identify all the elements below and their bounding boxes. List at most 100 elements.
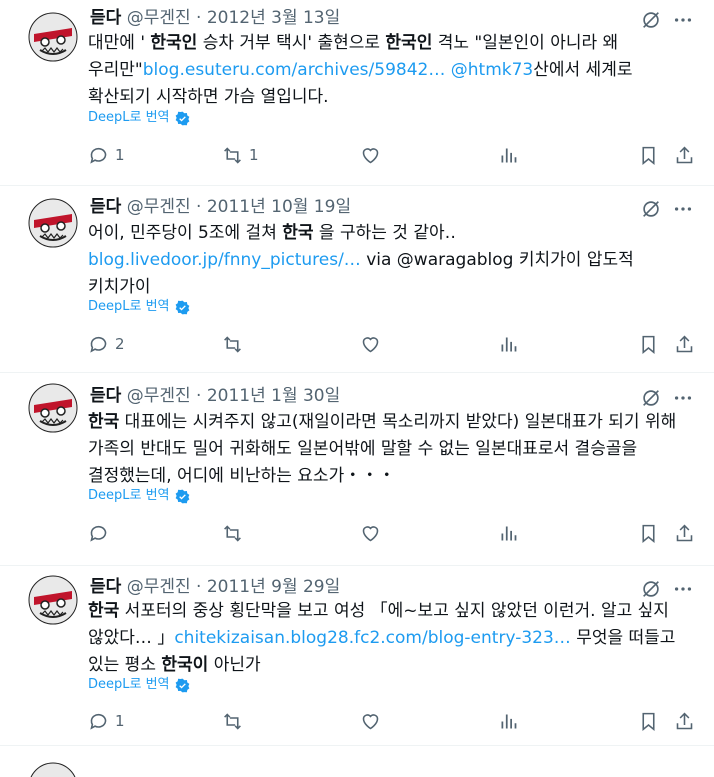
more-dots-icon[interactable] — [672, 387, 694, 409]
bookmark-button[interactable] — [638, 143, 659, 167]
share-button[interactable] — [674, 332, 695, 356]
retweet-count: 1 — [249, 146, 259, 164]
tweet-link[interactable]: blog.livedoor.jp/fnny_pictures/… — [88, 250, 361, 270]
display-name[interactable]: 듣다 — [90, 8, 121, 28]
share-icon — [676, 524, 693, 541]
tweet[interactable]: 듣다 @무겐진 · 2011년 10월 19일 어이, 민주당이 5조에 걸쳐 … — [0, 186, 714, 373]
avatar[interactable] — [28, 12, 78, 62]
tweet[interactable]: 듣다 @무겐진 · 2011년 1월 30일 한국 대표에는 시켜주지 않고(재… — [0, 373, 714, 566]
like-button[interactable] — [360, 521, 381, 545]
views-button[interactable] — [498, 709, 519, 733]
grok-icon[interactable] — [640, 387, 662, 409]
translate-label[interactable]: DeepL로 번역 — [88, 675, 170, 695]
tweet-partial[interactable] — [0, 746, 714, 777]
tweet-header: 듣다 @무겐진 · 2011년 9월 29일 — [90, 575, 714, 599]
verified-badge-icon — [175, 489, 190, 504]
tweet[interactable]: 듣다 @무겐진 · 2011년 9월 29일 한국 서포터의 중상 횡단막을 보… — [0, 566, 714, 746]
translate-label[interactable]: DeepL로 번역 — [88, 486, 170, 506]
separator-dot: · — [196, 197, 202, 217]
bar-chart-icon — [501, 714, 517, 728]
tweet-header: 듣다 @무겐진 · 2012년 3월 13일 — [90, 6, 714, 30]
bookmark-icon — [642, 712, 655, 731]
translate-link[interactable]: DeepL로 번역 — [88, 297, 190, 317]
reply-count: 2 — [115, 335, 125, 353]
translate-link[interactable]: DeepL로 번역 — [88, 675, 190, 695]
like-button[interactable] — [360, 332, 381, 356]
grok-icon[interactable] — [640, 198, 662, 220]
highlighted-keyword: 한국 — [88, 601, 120, 621]
reply-button[interactable]: 1 — [88, 143, 125, 167]
reply-button[interactable]: 1 — [88, 709, 125, 733]
verified-badge-icon — [175, 678, 190, 693]
retweet-icon — [224, 712, 241, 730]
share-button[interactable] — [674, 143, 695, 167]
tweet-date[interactable]: 2011년 9월 29일 — [207, 577, 340, 597]
retweet-icon — [224, 146, 241, 164]
tweet-date[interactable]: 2011년 1월 30일 — [207, 386, 340, 406]
display-name[interactable]: 듣다 — [90, 386, 121, 406]
tweet-text-segment: 아닌가 — [208, 655, 261, 675]
more-dots-icon[interactable] — [672, 198, 694, 220]
tweet-actions: 2 — [88, 332, 698, 356]
user-handle[interactable]: @무겐진 — [127, 8, 191, 28]
tweet-text: 한국 대표에는 시켜주지 않고(재일이라면 목소리까지 받았다) 일본대표가 되… — [88, 409, 698, 490]
tweet-actions — [88, 521, 698, 545]
retweet-button[interactable] — [222, 709, 249, 733]
tweet-header: 듣다 @무겐진 · 2011년 10월 19일 — [90, 195, 714, 219]
tweet-link[interactable]: blog.esuteru.com/archives/59842… — [143, 60, 446, 80]
retweet-button[interactable]: 1 — [222, 143, 259, 167]
views-button[interactable] — [498, 143, 519, 167]
share-icon — [676, 146, 693, 163]
highlighted-keyword: 한국 — [88, 412, 120, 432]
avatar[interactable] — [28, 575, 78, 625]
retweet-button[interactable] — [222, 521, 249, 545]
user-handle[interactable]: @무겐진 — [127, 577, 191, 597]
grok-icon[interactable] — [640, 9, 662, 31]
tweet-date[interactable]: 2012년 3월 13일 — [207, 8, 340, 28]
share-button[interactable] — [674, 521, 695, 545]
tweet-link[interactable]: chitekizaisan.blog28.fc2.com/blog-entry-… — [174, 628, 570, 648]
bookmark-button[interactable] — [638, 521, 659, 545]
reply-button[interactable]: 2 — [88, 332, 125, 356]
speech-bubble-icon — [90, 336, 107, 353]
user-handle[interactable]: @무겐진 — [127, 197, 191, 217]
tweet-link[interactable]: @htmk73 — [451, 60, 533, 80]
translate-label[interactable]: DeepL로 번역 — [88, 297, 170, 317]
display-name[interactable]: 듣다 — [90, 197, 121, 217]
heart-icon — [362, 147, 379, 163]
highlighted-keyword: 한국인 — [385, 33, 433, 53]
avatar[interactable] — [28, 383, 78, 433]
bar-chart-icon — [501, 337, 517, 351]
like-button[interactable] — [360, 709, 381, 733]
speech-bubble-icon — [90, 147, 107, 164]
translate-label[interactable]: DeepL로 번역 — [88, 108, 170, 128]
avatar[interactable] — [28, 198, 78, 248]
more-dots-icon[interactable] — [672, 9, 694, 31]
views-button[interactable] — [498, 521, 519, 545]
display-name[interactable]: 듣다 — [90, 577, 121, 597]
tweet-text-segment: 어이, 민주당이 5조에 걸쳐 — [88, 223, 283, 243]
translate-link[interactable]: DeepL로 번역 — [88, 486, 190, 506]
bookmark-button[interactable] — [638, 332, 659, 356]
views-button[interactable] — [498, 332, 519, 356]
verified-badge-icon — [175, 300, 190, 315]
translate-link[interactable]: DeepL로 번역 — [88, 108, 190, 128]
bookmark-button[interactable] — [638, 709, 659, 733]
highlighted-keyword: 한국인 — [150, 33, 198, 53]
like-button[interactable] — [360, 143, 381, 167]
reply-button[interactable] — [88, 521, 115, 545]
separator-dot: · — [196, 386, 202, 406]
tweet-date[interactable]: 2011년 10월 19일 — [207, 197, 351, 217]
share-button[interactable] — [674, 709, 695, 733]
avatar[interactable] — [28, 762, 78, 777]
retweet-button[interactable] — [222, 332, 249, 356]
tweet-text: 어이, 민주당이 5조에 걸쳐 한국 을 구하는 것 같아‥ blog.lived… — [88, 220, 688, 301]
more-dots-icon[interactable] — [672, 578, 694, 600]
highlighted-keyword: 한국이 — [161, 655, 209, 675]
tweet[interactable]: 듣다 @무겐진 · 2012년 3월 13일 대만에 ' 한국인 승차 거부 택… — [0, 0, 714, 186]
grok-icon[interactable] — [640, 578, 662, 600]
avatar-image — [28, 575, 78, 625]
user-handle[interactable]: @무겐진 — [127, 386, 191, 406]
tweet-actions: 1 — [88, 709, 698, 733]
speech-bubble-icon — [90, 713, 107, 730]
